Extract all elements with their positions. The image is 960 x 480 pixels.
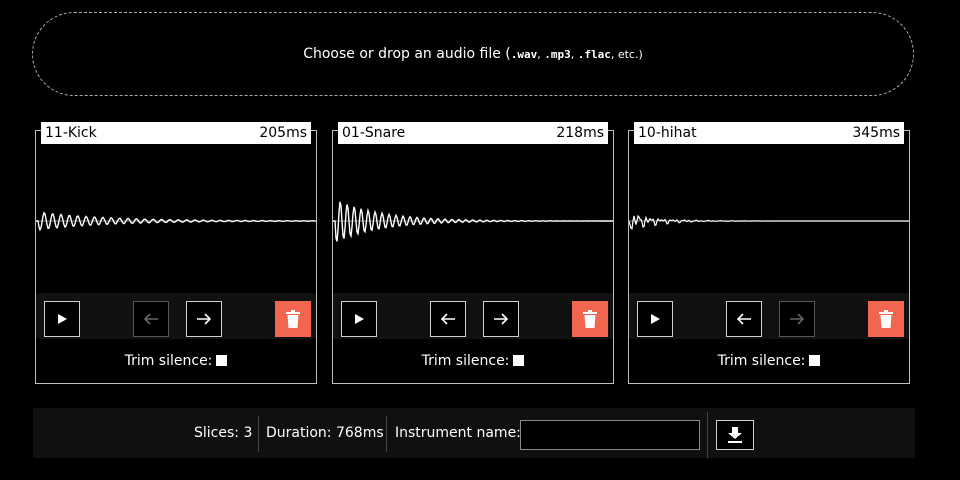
trash-icon — [286, 310, 300, 328]
move-left-button[interactable] — [430, 301, 466, 337]
arrow-right-icon — [494, 313, 509, 325]
arrow-right-icon — [790, 313, 805, 325]
download-button[interactable] — [716, 420, 754, 450]
play-icon — [651, 314, 660, 324]
instrument-name-label: Instrument name: — [395, 425, 521, 441]
slice-duration: 205ms — [259, 125, 307, 141]
play-icon — [355, 314, 364, 324]
trim-silence-label: Trim silence: — [717, 353, 806, 369]
dropzone-text: Choose or drop an audio file (.wav, .mp3… — [303, 46, 643, 62]
move-left-button[interactable] — [726, 301, 762, 337]
slice-header: 11-Kick 205ms — [41, 122, 311, 144]
trash-icon — [583, 310, 597, 328]
arrow-left-icon — [143, 313, 158, 325]
slice-count: Slices: 3 — [194, 425, 253, 441]
arrow-left-icon — [440, 313, 455, 325]
slice-waveform — [629, 214, 909, 230]
move-right-button[interactable] — [779, 301, 815, 337]
slice-controls — [333, 293, 613, 339]
trim-silence: Trim silence: — [629, 353, 909, 369]
trim-silence: Trim silence: — [333, 353, 613, 369]
divider — [386, 416, 387, 452]
slice-header: 10-hihat 345ms — [634, 122, 904, 144]
trash-icon — [879, 310, 893, 328]
trim-silence-checkbox[interactable] — [513, 355, 525, 366]
move-right-button[interactable] — [186, 301, 222, 337]
slice-name: 01-Snare — [342, 125, 406, 141]
divider — [707, 412, 708, 458]
trim-silence: Trim silence: — [36, 353, 316, 369]
arrow-right-icon — [197, 313, 212, 325]
slice-card: 10-hihat 345ms Trim silence: — [628, 122, 910, 384]
trim-silence-label: Trim silence: — [124, 353, 213, 369]
slice-name: 10-hihat — [638, 125, 697, 141]
move-left-button[interactable] — [133, 301, 169, 337]
download-icon — [728, 427, 742, 443]
trim-silence-checkbox[interactable] — [216, 355, 228, 366]
play-button[interactable] — [637, 301, 673, 337]
move-right-button[interactable] — [483, 301, 519, 337]
instrument-name-input[interactable] — [520, 420, 700, 450]
play-button[interactable] — [341, 301, 377, 337]
play-button[interactable] — [44, 301, 80, 337]
slice-name: 11-Kick — [45, 125, 97, 141]
slice-duration: 218ms — [556, 125, 604, 141]
arrow-left-icon — [736, 313, 751, 325]
play-icon — [58, 314, 67, 324]
delete-button[interactable] — [275, 301, 311, 337]
slice-waveform — [333, 201, 613, 242]
footer-bar: Slices: 3 Duration: 768ms Instrument nam… — [33, 408, 915, 458]
trim-silence-label: Trim silence: — [421, 353, 510, 369]
delete-button[interactable] — [868, 301, 904, 337]
slice-waveform — [36, 211, 316, 232]
trim-silence-checkbox[interactable] — [809, 355, 821, 366]
slice-duration: 345ms — [852, 125, 900, 141]
file-dropzone[interactable]: Choose or drop an audio file (.wav, .mp3… — [32, 12, 914, 96]
total-duration: Duration: 768ms — [266, 425, 384, 441]
delete-button[interactable] — [572, 301, 608, 337]
slice-header: 01-Snare 218ms — [338, 122, 608, 144]
slice-controls — [36, 293, 316, 339]
slice-card: 01-Snare 218ms Trim silence: — [332, 122, 614, 384]
divider — [258, 416, 259, 452]
slice-card: 11-Kick 205ms Trim silence: — [35, 122, 317, 384]
slice-controls — [629, 293, 909, 339]
